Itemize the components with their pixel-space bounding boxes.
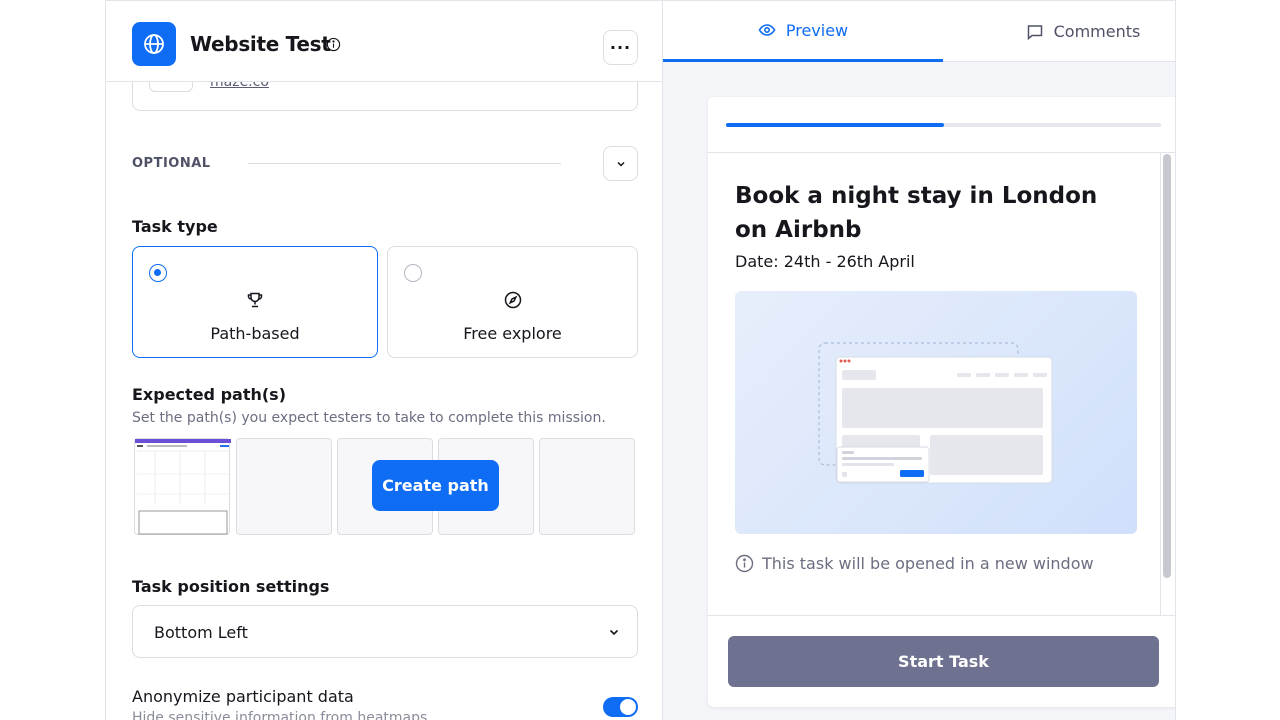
screen-thumbnail-image	[135, 439, 231, 535]
preview-panel: Preview Comments Book a night stay in Lo…	[663, 1, 1175, 720]
progress-bar	[726, 123, 1161, 127]
progress-fill	[726, 123, 944, 127]
tab-comments-label: Comments	[1053, 22, 1141, 41]
more-options-label: ···	[609, 38, 632, 57]
radio-path-based[interactable]	[149, 264, 167, 282]
more-options-button[interactable]: ···	[603, 30, 638, 65]
task-type-label-free-explore: Free explore	[463, 324, 562, 343]
radio-free-explore[interactable]	[404, 264, 422, 282]
path-slot-empty[interactable]	[539, 438, 635, 535]
chevron-down-icon	[609, 629, 619, 636]
panel-tabs: Preview Comments	[663, 1, 1175, 62]
task-position-label: Task position settings	[132, 577, 330, 596]
tab-preview-label: Preview	[785, 20, 849, 40]
preview-divider	[708, 152, 1175, 153]
footer-divider	[708, 615, 1175, 616]
eye-icon	[758, 24, 776, 36]
comment-icon	[1027, 24, 1042, 40]
block-header: Website Test ···	[106, 1, 662, 82]
start-task-button[interactable]: Start Task	[728, 636, 1159, 687]
settings-panel: maze.co Website Test ··· OPTIONAL Task t…	[106, 1, 663, 720]
browser-illustration	[735, 291, 1137, 534]
start-task-label: Start Task	[898, 652, 989, 671]
new-window-note: This task will be opened in a new window	[735, 554, 1094, 573]
tab-comments[interactable]: Comments	[943, 1, 1175, 62]
anonymize-label: Anonymize participant data	[132, 687, 354, 706]
info-icon[interactable]	[326, 37, 341, 52]
task-type-label: Task type	[132, 217, 218, 236]
optional-divider	[248, 163, 561, 164]
path-slot-empty[interactable]	[236, 438, 332, 535]
optional-section-label: OPTIONAL	[132, 156, 211, 171]
create-path-label: Create path	[382, 476, 489, 495]
block-title: Website Test	[190, 32, 331, 56]
compass-icon	[504, 291, 521, 309]
app-frame: maze.co Website Test ··· OPTIONAL Task t…	[105, 0, 1176, 720]
task-title: Book a night stay in London on Airbnb	[735, 183, 1098, 243]
create-path-button[interactable]: Create path	[372, 460, 499, 511]
task-type-free-explore[interactable]: Free explore	[387, 246, 638, 358]
tab-preview[interactable]: Preview	[663, 1, 943, 62]
anonymize-description: Hide sensitive information from heatmaps	[132, 710, 428, 720]
trophy-icon	[247, 292, 263, 308]
expected-paths-description: Set the path(s) you expect testers to ta…	[132, 410, 606, 426]
optional-collapse-button[interactable]	[603, 146, 638, 181]
info-icon	[735, 554, 754, 573]
task-position-value: Bottom Left	[154, 623, 248, 642]
chevron-down-icon	[616, 161, 625, 167]
preview-scrollbar[interactable]	[1163, 154, 1171, 578]
task-position-select[interactable]: Bottom Left	[132, 605, 638, 658]
task-date: Date: 24th - 26th April	[735, 252, 915, 271]
expected-paths-label: Expected path(s)	[132, 385, 286, 404]
task-type-path-based[interactable]: Path-based	[132, 246, 378, 358]
task-preview-card: Book a night stay in London on Airbnb Da…	[708, 97, 1175, 707]
path-screen-thumbnail[interactable]	[134, 438, 231, 535]
task-type-label-path-based: Path-based	[210, 324, 300, 343]
new-window-note-text: This task will be opened in a new window	[762, 554, 1094, 573]
globe-icon	[132, 22, 176, 66]
anonymize-toggle[interactable]	[603, 697, 638, 717]
